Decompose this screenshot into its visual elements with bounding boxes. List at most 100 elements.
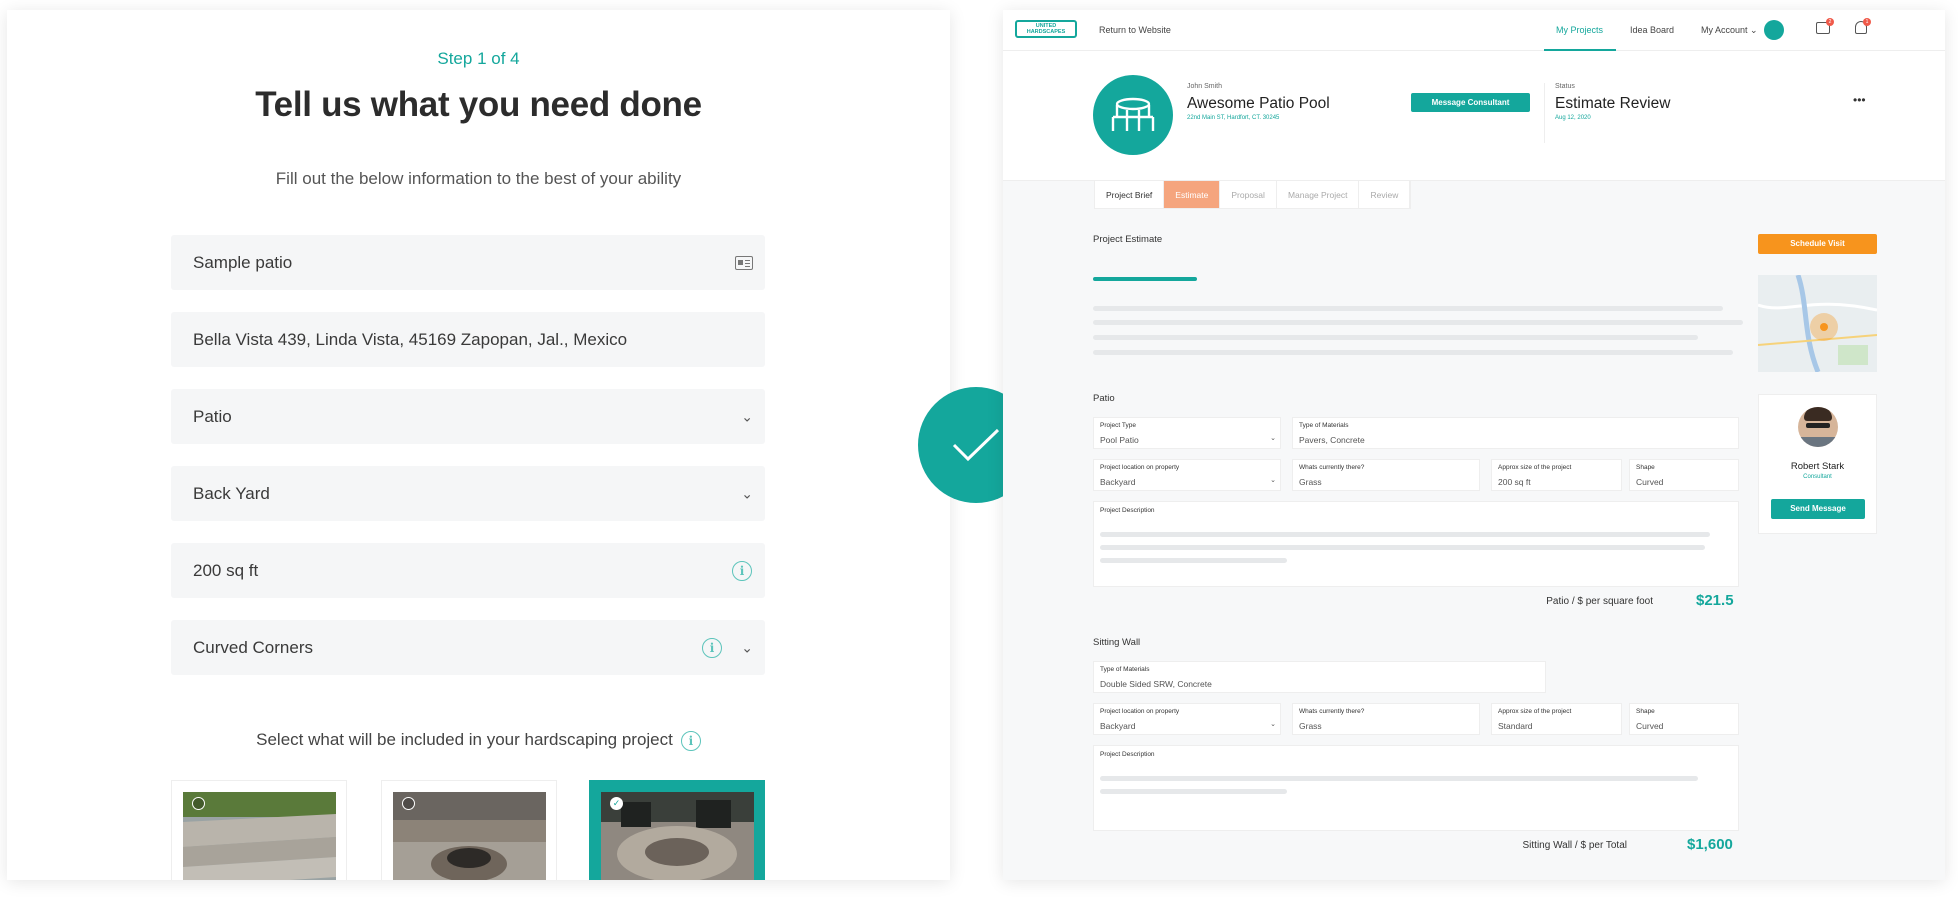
id-card-icon <box>735 255 753 270</box>
nav-my-projects[interactable]: My Projects <box>1556 25 1603 35</box>
shape-value: Curved Corners <box>193 637 313 657</box>
project-name-field[interactable]: Sample patio <box>171 235 765 290</box>
shape-select[interactable]: Curved Corners i ⌄ <box>171 620 765 675</box>
chevron-down-icon: ⌄ <box>1270 477 1276 484</box>
wall-price-label: Sitting Wall / $ per Total <box>1522 840 1628 851</box>
wall-size-field[interactable]: Approx size of the project Standard <box>1491 703 1622 735</box>
include-label: Select what will be included in your har… <box>256 730 673 749</box>
logo-line-2: HARDSCAPES <box>1026 29 1066 35</box>
patio-materials-field[interactable]: Type of Materials Pavers, Concrete <box>1292 417 1739 449</box>
info-icon[interactable]: i <box>702 637 722 658</box>
status-label: Status <box>1555 83 1575 90</box>
page-subtitle: Fill out the below information to the be… <box>275 169 682 188</box>
inbox-badge: 2 <box>1826 18 1834 26</box>
size-field[interactable]: 200 sq ft i <box>171 543 765 598</box>
bell-badge: 1 <box>1863 18 1871 26</box>
tab-review[interactable]: Review <box>1359 181 1411 208</box>
client-name: John Smith <box>1187 83 1223 90</box>
steps-image <box>183 792 336 880</box>
patio-location-select[interactable]: Project location on property Backyard ⌄ <box>1093 459 1281 491</box>
placeholder-line <box>1100 532 1710 537</box>
sitting-wall-section-title: Sitting Wall <box>1093 637 1141 648</box>
field-value: Pool Patio <box>1100 435 1139 445</box>
placeholder-line <box>1093 320 1743 325</box>
wall-description-field[interactable]: Project Description <box>1093 745 1739 831</box>
tab-manage-project[interactable]: Manage Project <box>1277 181 1360 208</box>
placeholder-line <box>1100 776 1698 781</box>
location-select[interactable]: Back Yard ⌄ <box>171 466 765 521</box>
placeholder-line <box>1100 545 1705 550</box>
field-label: Project location on property <box>1100 708 1180 715</box>
patio-shape-field[interactable]: Shape Curved <box>1629 459 1739 491</box>
return-to-website-link[interactable]: Return to Website <box>1099 25 1171 35</box>
patio-project-type-select[interactable]: Project Type Pool Patio ⌄ <box>1093 417 1281 449</box>
project-type-select[interactable]: Patio ⌄ <box>171 389 765 444</box>
option-steps[interactable] <box>171 780 347 880</box>
consultant-avatar <box>1798 407 1838 447</box>
patio-current-field[interactable]: Whats currently there? Grass <box>1292 459 1480 491</box>
option-sitting-wall-fire-pit[interactable]: ✓ <box>589 780 765 880</box>
info-icon[interactable]: i <box>680 730 701 751</box>
map-image[interactable] <box>1758 275 1877 372</box>
placeholder-line <box>1093 350 1733 355</box>
field-value: Backyard <box>1100 477 1136 487</box>
address-field[interactable]: Bella Vista 439, Linda Vista, 45169 Zapo… <box>171 312 765 367</box>
field-label: Approx size of the project <box>1498 708 1572 715</box>
sitting-wall-image <box>601 792 754 880</box>
patio-size-field[interactable]: Approx size of the project 200 sq ft <box>1491 459 1622 491</box>
project-header: John Smith Awesome Patio Pool 22nd Main … <box>1003 51 1945 181</box>
more-options-icon[interactable]: ••• <box>1853 93 1866 107</box>
field-label: Project Description <box>1100 507 1155 514</box>
project-address: 22nd Main ST, Hardfort, CT. 30245 <box>1187 115 1280 121</box>
tab-project-brief[interactable]: Project Brief <box>1095 181 1165 208</box>
wall-materials-field[interactable]: Type of Materials Double Sided SRW, Conc… <box>1093 661 1546 693</box>
field-value: 200 sq ft <box>1498 477 1531 487</box>
message-consultant-button[interactable]: Message Consultant <box>1411 93 1530 112</box>
option-fire-pit[interactable] <box>381 780 557 880</box>
wall-location-select[interactable]: Project location on property Backyard ⌄ <box>1093 703 1281 735</box>
field-label: Type of Materials <box>1299 422 1349 429</box>
option-radio-checked[interactable]: ✓ <box>610 797 623 810</box>
patio-description-field[interactable]: Project Description <box>1093 501 1739 587</box>
option-radio[interactable] <box>192 797 205 810</box>
field-value: Double Sided SRW, Concrete <box>1100 679 1212 689</box>
header-divider <box>1544 83 1545 143</box>
field-label: Whats currently there? <box>1299 464 1365 471</box>
nav-idea-board[interactable]: Idea Board <box>1630 25 1674 35</box>
info-icon[interactable]: i <box>732 560 752 581</box>
field-value: Backyard <box>1100 721 1136 731</box>
new-project-form-card: Step 1 of 4 Tell us what you need done F… <box>7 10 950 880</box>
account-avatar[interactable] <box>1764 20 1784 40</box>
brand-logo[interactable]: UNITED HARDSCAPES <box>1015 20 1077 38</box>
wall-shape-field[interactable]: Shape Curved <box>1629 703 1739 735</box>
field-label: Approx size of the project <box>1498 464 1572 471</box>
consultant-name: Robert Stark <box>1790 461 1845 472</box>
field-value: Grass <box>1299 477 1322 487</box>
project-name: Awesome Patio Pool <box>1187 95 1330 112</box>
placeholder-line <box>1100 789 1287 794</box>
estimate-progress-bar <box>1093 277 1197 281</box>
field-value: Grass <box>1299 721 1322 731</box>
field-label: Project location on property <box>1100 464 1180 471</box>
project-name-value: Sample patio <box>193 252 293 272</box>
field-value: Curved <box>1636 721 1664 731</box>
project-type-value: Patio <box>193 406 232 426</box>
status-date: Aug 12, 2020 <box>1555 115 1591 121</box>
tab-estimate[interactable]: Estimate <box>1164 181 1221 208</box>
patio-table-icon <box>1093 75 1173 155</box>
status-value: Estimate Review <box>1555 95 1671 112</box>
option-radio[interactable] <box>402 797 415 810</box>
field-label: Type of Materials <box>1100 666 1150 673</box>
send-message-button[interactable]: Send Message <box>1771 499 1865 519</box>
tab-proposal[interactable]: Proposal <box>1220 181 1277 208</box>
size-value: 200 sq ft <box>193 560 259 580</box>
my-account-label: My Account <box>1701 25 1748 35</box>
placeholder-line <box>1093 335 1698 340</box>
address-value: Bella Vista 439, Linda Vista, 45169 Zapo… <box>193 329 628 349</box>
nav-my-account[interactable]: My Account ⌄ <box>1701 25 1758 36</box>
field-label: Project Description <box>1100 751 1155 758</box>
schedule-visit-button[interactable]: Schedule Visit <box>1758 234 1877 254</box>
wall-current-field[interactable]: Whats currently there? Grass <box>1292 703 1480 735</box>
field-value: Curved <box>1636 477 1664 487</box>
field-label: Whats currently there? <box>1299 708 1365 715</box>
